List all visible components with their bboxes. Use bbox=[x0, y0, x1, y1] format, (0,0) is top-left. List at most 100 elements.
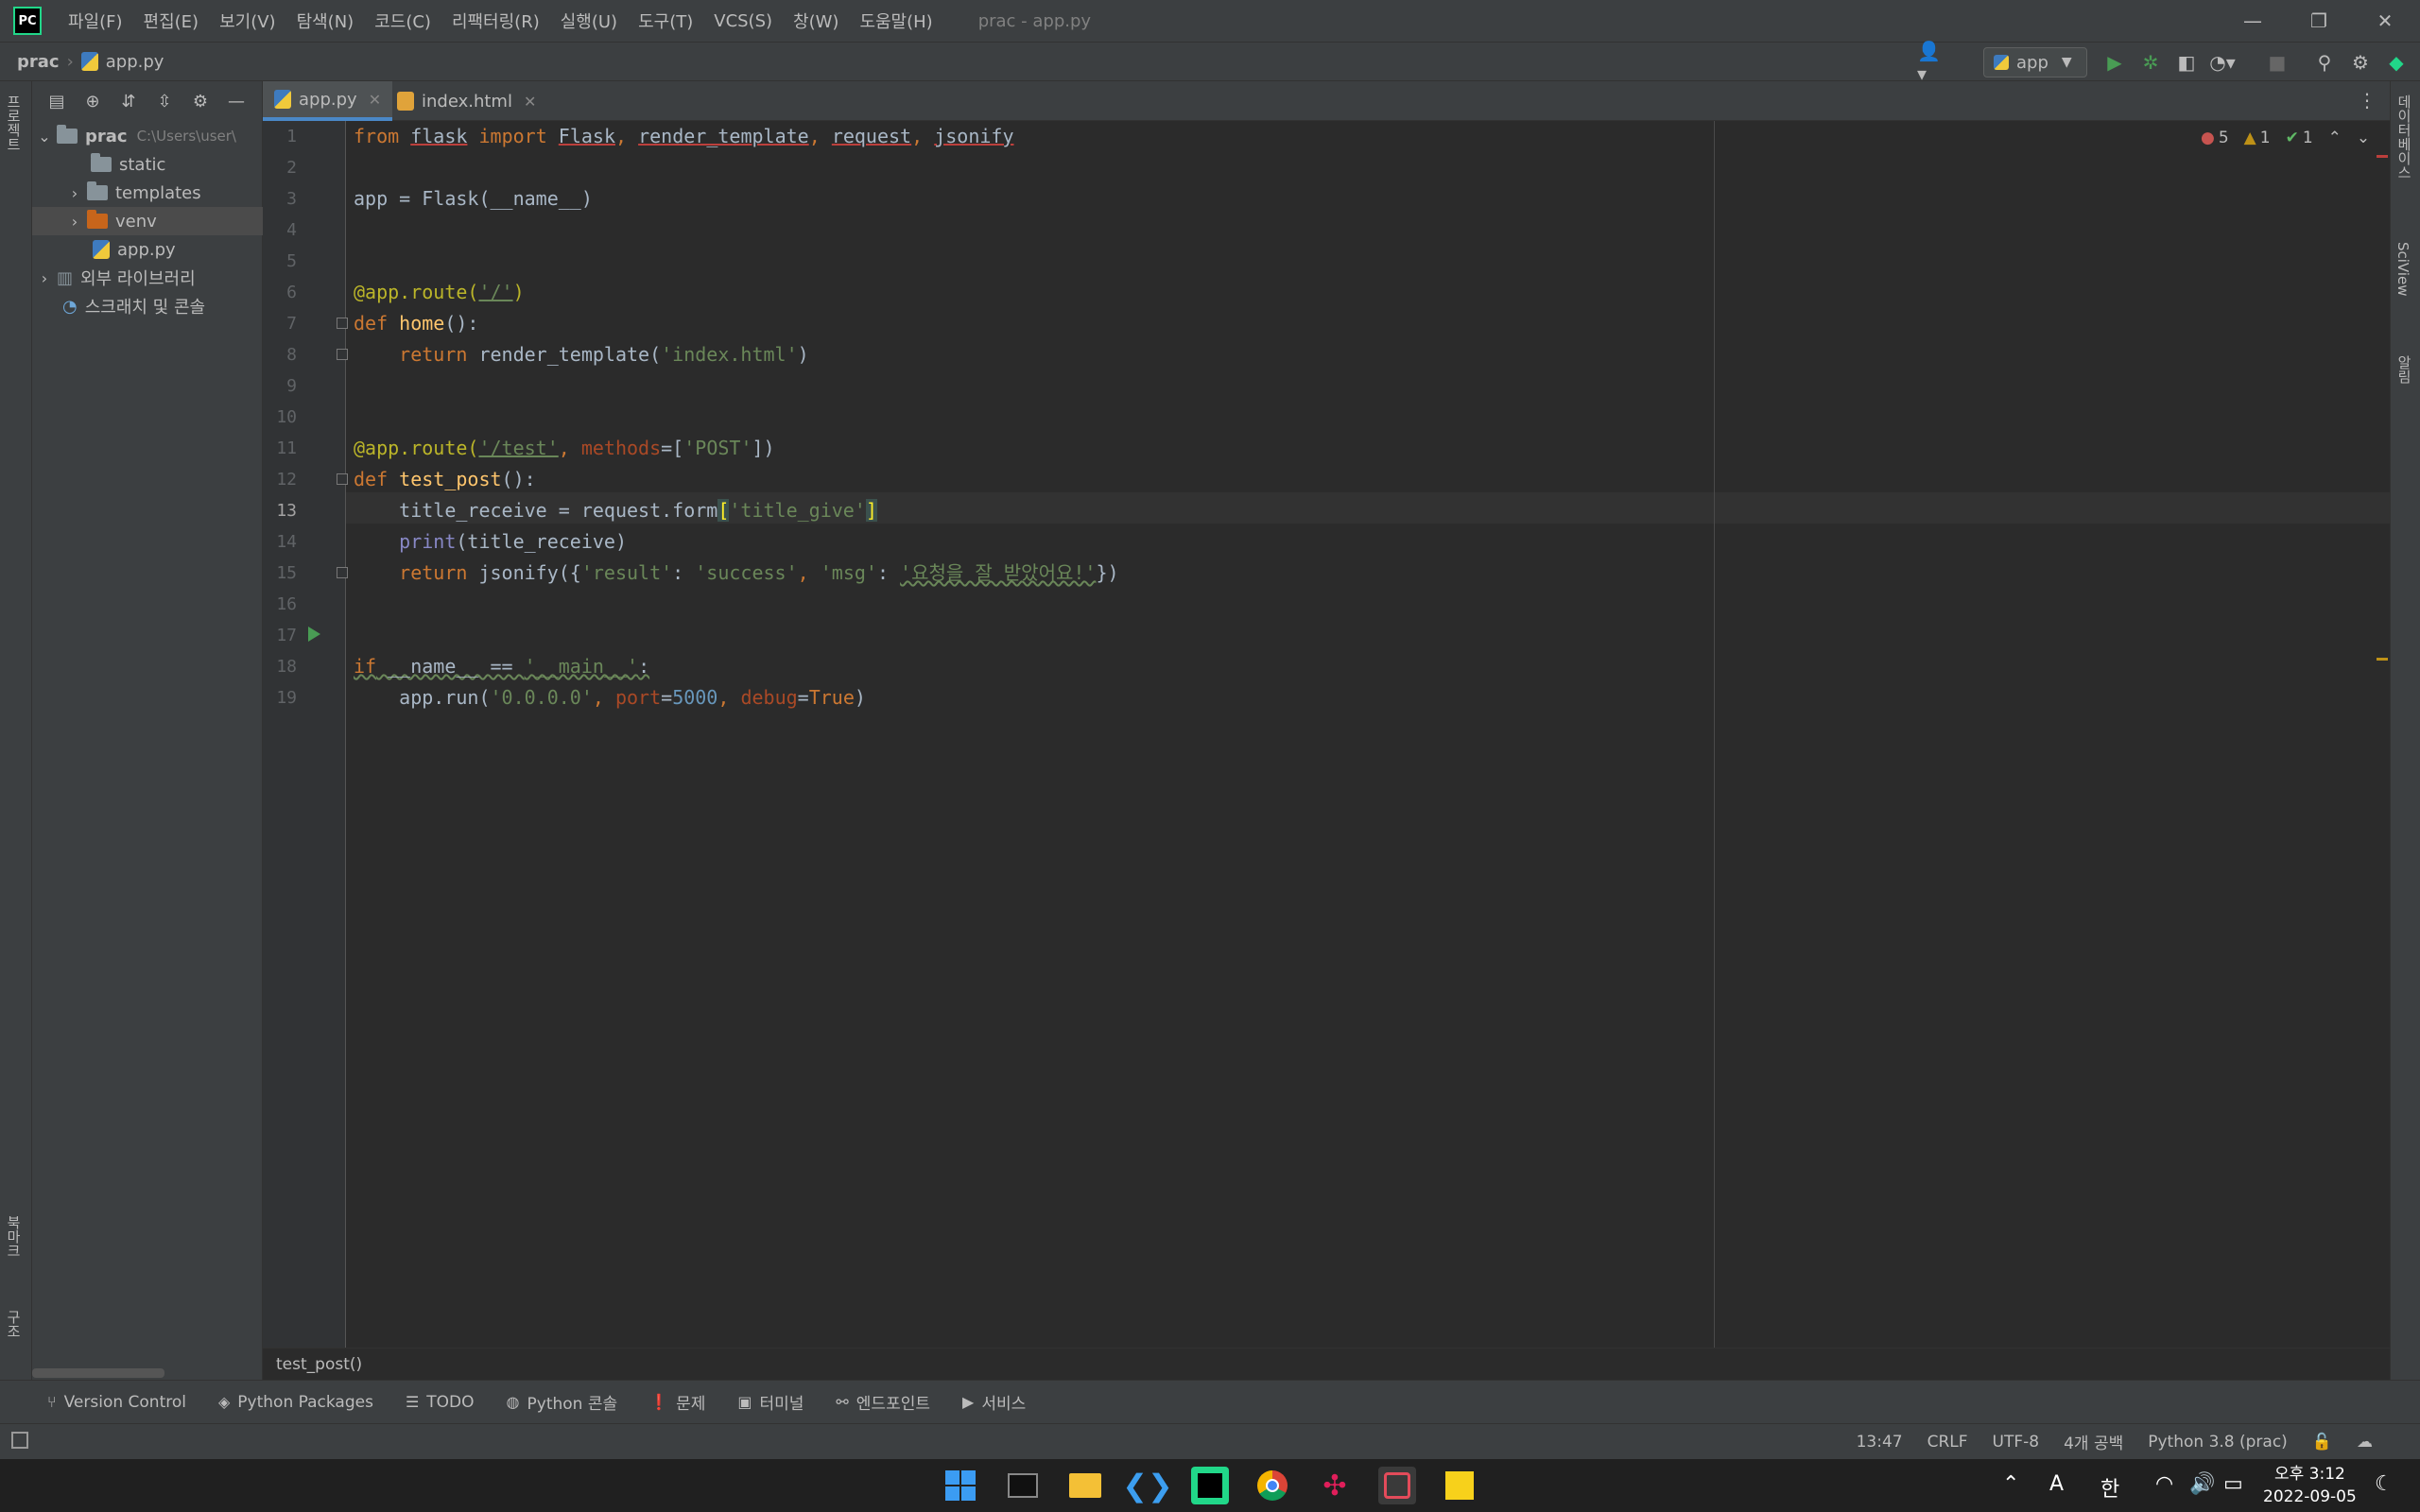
menu-window[interactable]: 창(W) bbox=[789, 5, 842, 37]
tree-item-templates[interactable]: › templates bbox=[32, 179, 263, 207]
close-tab-icon[interactable]: ✕ bbox=[524, 93, 536, 111]
hide-panel-icon[interactable]: — bbox=[225, 90, 248, 112]
tree-root[interactable]: ⌄ prac C:\Users\user\ bbox=[32, 122, 263, 150]
volume-icon[interactable]: 🔊 bbox=[2189, 1472, 2215, 1496]
run-main-gutter-icon[interactable] bbox=[308, 627, 320, 642]
error-stripe-mark[interactable] bbox=[2377, 155, 2388, 158]
notifications-tool-tab[interactable]: 알림 bbox=[2394, 355, 2414, 384]
prev-highlight-icon[interactable]: ⌃ bbox=[2328, 129, 2342, 147]
caret-position[interactable]: 13:47 bbox=[1857, 1433, 1903, 1452]
search-icon[interactable]: ⚲ bbox=[2310, 48, 2339, 77]
stop-icon[interactable]: ■ bbox=[2263, 48, 2291, 77]
fold-icon[interactable] bbox=[337, 567, 348, 578]
fold-icon[interactable] bbox=[337, 318, 348, 329]
system-clock[interactable]: 오후 3:12 2022-09-05 bbox=[2263, 1463, 2357, 1508]
focus-moon-icon[interactable]: ☾ bbox=[2375, 1472, 2394, 1496]
tree-scratches[interactable]: ◔ 스크래치 및 콘솔 bbox=[32, 292, 263, 320]
collapse-all-icon[interactable]: ⇳ bbox=[153, 90, 176, 112]
notifications-icon[interactable]: ☁ bbox=[2357, 1433, 2373, 1452]
line-separator[interactable]: CRLF bbox=[1927, 1433, 1968, 1452]
profile-icon[interactable]: ◔▾ bbox=[2208, 48, 2237, 77]
snipping-tool-icon[interactable] bbox=[1378, 1467, 1416, 1504]
next-highlight-icon[interactable]: ⌄ bbox=[2357, 129, 2370, 147]
slack-icon[interactable]: ✣ bbox=[1316, 1467, 1354, 1504]
menu-edit[interactable]: 편집(E) bbox=[140, 5, 203, 37]
project-tool-tab[interactable]: 프로젝트 bbox=[4, 94, 24, 151]
todo-tool[interactable]: ☰ TODO bbox=[406, 1393, 475, 1412]
close-tab-icon[interactable]: ✕ bbox=[369, 91, 381, 109]
collapsed-arrow-icon[interactable]: › bbox=[66, 184, 83, 202]
locate-icon[interactable]: ⊕ bbox=[81, 90, 104, 112]
endpoints-tool[interactable]: ⚯ 엔드포인트 bbox=[836, 1390, 930, 1414]
ime-mode[interactable]: 한 bbox=[2100, 1472, 2119, 1503]
fold-icon[interactable] bbox=[337, 473, 348, 485]
close-window-icon[interactable]: ✕ bbox=[2352, 0, 2418, 42]
more-tabs-icon[interactable]: ⋮ bbox=[2358, 89, 2377, 112]
user-icon[interactable]: 👤▾ bbox=[1917, 40, 1945, 85]
view-mode-icon[interactable]: ▤ bbox=[45, 90, 68, 112]
menu-refactor[interactable]: 리팩터링(R) bbox=[448, 5, 544, 37]
vscode-icon[interactable]: ❮❯ bbox=[1122, 1467, 1173, 1504]
problems-tool[interactable]: ❗ 문제 bbox=[649, 1390, 705, 1414]
file-encoding[interactable]: UTF-8 bbox=[1993, 1433, 2040, 1452]
terminal-tool[interactable]: ▣ 터미널 bbox=[737, 1390, 804, 1414]
expanded-arrow-icon[interactable]: ⌄ bbox=[36, 128, 53, 146]
run-icon[interactable]: ▶ bbox=[2100, 48, 2129, 77]
menu-tools[interactable]: 도구(T) bbox=[634, 5, 697, 37]
horizontal-scrollbar[interactable] bbox=[32, 1368, 164, 1378]
python-console-tool[interactable]: ◍ Python 콘솔 bbox=[507, 1390, 618, 1414]
breadcrumb-project[interactable]: prac bbox=[17, 52, 60, 72]
panel-gear-icon[interactable]: ⚙ bbox=[189, 90, 212, 112]
run-config-select[interactable]: app ▼ bbox=[1983, 47, 2087, 77]
fold-icon[interactable] bbox=[337, 349, 348, 360]
collapsed-arrow-icon[interactable]: › bbox=[36, 269, 53, 287]
editor-breadcrumb[interactable]: test_post() bbox=[263, 1348, 2390, 1380]
tree-item-static[interactable]: static bbox=[32, 150, 263, 179]
input-language[interactable]: A bbox=[2049, 1472, 2064, 1496]
toggle-tool-windows-icon[interactable] bbox=[11, 1432, 28, 1449]
wifi-icon[interactable]: ◠ bbox=[2155, 1472, 2173, 1496]
menu-run[interactable]: 실행(U) bbox=[557, 5, 621, 37]
services-tool[interactable]: ▶ 서비스 bbox=[962, 1390, 1026, 1414]
pycharm-taskbar-icon[interactable] bbox=[1191, 1467, 1229, 1504]
bookmarks-tool-tab[interactable]: 북마크 bbox=[4, 1215, 24, 1258]
menu-code[interactable]: 코드(C) bbox=[371, 5, 435, 37]
sciview-tool-tab[interactable]: SciView bbox=[2394, 242, 2411, 297]
tab-index-html[interactable]: index.html ✕ bbox=[386, 81, 547, 121]
lock-icon[interactable]: 🔓 bbox=[2312, 1433, 2332, 1452]
chrome-icon[interactable] bbox=[1253, 1467, 1291, 1504]
warning-stripe-mark[interactable] bbox=[2377, 658, 2388, 661]
tree-item-venv[interactable]: › venv bbox=[32, 207, 263, 235]
minimize-icon[interactable]: — bbox=[2220, 0, 2286, 42]
tree-item-app-py[interactable]: app.py bbox=[32, 235, 263, 264]
restore-icon[interactable]: ❐ bbox=[2286, 0, 2352, 42]
python-interpreter[interactable]: Python 3.8 (prac) bbox=[2148, 1433, 2288, 1452]
file-explorer-icon[interactable] bbox=[1066, 1467, 1104, 1504]
sticky-notes-icon[interactable] bbox=[1441, 1467, 1478, 1504]
breadcrumb-file[interactable]: app.py bbox=[106, 52, 164, 72]
battery-icon[interactable]: ▭ bbox=[2223, 1472, 2243, 1496]
menu-file[interactable]: 파일(F) bbox=[64, 5, 127, 37]
tab-app-py[interactable]: app.py ✕ bbox=[263, 81, 393, 121]
version-control-tool[interactable]: ⑂ Version Control bbox=[47, 1393, 186, 1412]
inspection-widget[interactable]: ● 5 ▲ 1 ✔ 1 ⌃ ⌄ bbox=[2201, 129, 2370, 147]
jetbrains-icon[interactable]: ◆ bbox=[2382, 48, 2411, 77]
collapsed-arrow-icon[interactable]: › bbox=[66, 213, 83, 231]
structure-tool-tab[interactable]: 구조 bbox=[4, 1310, 24, 1338]
tray-overflow-icon[interactable]: ⌃ bbox=[2002, 1472, 2019, 1496]
menu-navigate[interactable]: 탐색(N) bbox=[293, 5, 358, 37]
menu-view[interactable]: 보기(V) bbox=[216, 5, 279, 37]
settings-gear-icon[interactable]: ⚙ bbox=[2346, 48, 2375, 77]
terminal-app-icon[interactable] bbox=[1004, 1467, 1042, 1504]
indent-setting[interactable]: 4개 공백 bbox=[2064, 1430, 2123, 1453]
debug-icon[interactable]: ✲ bbox=[2136, 48, 2165, 77]
menu-help[interactable]: 도움말(H) bbox=[856, 5, 936, 37]
code-editor[interactable]: 1 2 3 4 5 6 7 8 9 10 11 12 13 14 15 16 1… bbox=[263, 121, 2390, 1348]
database-tool-tab[interactable]: 데이터베이스 bbox=[2394, 94, 2414, 180]
tree-external-libraries[interactable]: › ▥ 외부 라이브러리 bbox=[32, 264, 263, 292]
menu-vcs[interactable]: VCS(S) bbox=[710, 8, 776, 35]
coverage-icon[interactable]: ◧ bbox=[2172, 48, 2201, 77]
expand-all-icon[interactable]: ⇵ bbox=[117, 90, 140, 112]
windows-start-icon[interactable] bbox=[942, 1467, 979, 1504]
python-packages-tool[interactable]: ◈ Python Packages bbox=[218, 1393, 373, 1412]
